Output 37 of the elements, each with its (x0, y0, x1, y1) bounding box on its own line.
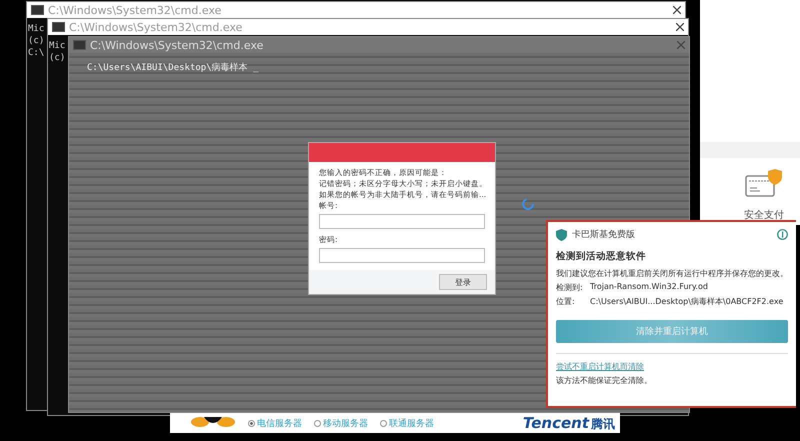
console-line: Mic (28, 24, 44, 34)
console-line: C:\ (28, 48, 44, 58)
console-line: (c) (49, 53, 66, 63)
info-icon[interactable] (777, 229, 788, 240)
warning-note: 该方法不能保证完全清除。 (556, 375, 653, 386)
alert-message: 我们建议您在计算机重启前关闭所有运行中程序并保存您的更改。 (556, 268, 788, 279)
threat-name: Trojan-Ransom.Win32.Fury.od (590, 282, 708, 293)
login-button[interactable]: 登录 (439, 274, 487, 290)
payment-label: 安全支付 (744, 208, 784, 222)
account-input-field[interactable] (319, 214, 485, 229)
password-input-field[interactable] (319, 248, 485, 263)
card-shield-icon (745, 168, 785, 198)
window-title: C:\Windows\System32\cmd.exe (90, 38, 264, 52)
server-radio[interactable]: 电信服务器 (248, 416, 302, 430)
server-radio[interactable]: 移动服务器 (314, 416, 368, 430)
close-icon[interactable] (676, 23, 684, 31)
server-radio[interactable]: 联通服务器 (380, 416, 434, 430)
detected-label: 检测到: (556, 282, 584, 293)
disinfect-restart-button[interactable]: 清除并重启计算机 (556, 320, 788, 343)
alert-heading: 检测到活动恶意软件 (556, 250, 647, 263)
penguin-feet-drawing (190, 417, 236, 429)
console-icon (31, 5, 44, 15)
file-path: C:\Users\AIBUI...Desktop\病毒样本\0ABCF2F2.exe (590, 296, 784, 307)
tencent-logo: Tencent腾讯 (522, 414, 615, 432)
location-label: 位置: (556, 296, 576, 307)
window-title: C:\Windows\System32\cmd.exe (48, 4, 222, 16)
window-title: C:\Windows\System32\cmd.exe (69, 20, 242, 34)
disinfect-without-restart-link[interactable]: 尝试不重启计算机而清除 (556, 362, 644, 371)
console-line: Mic (49, 41, 66, 51)
console-icon (52, 22, 65, 32)
product-name: 卡巴斯基免费版 (572, 228, 635, 241)
close-icon[interactable] (673, 6, 681, 14)
console-line: (c) (28, 36, 44, 46)
console-line: C:\Users\AIBUI\Desktop\病毒样本 _ (87, 62, 258, 74)
shield-icon (556, 228, 567, 240)
loading-spinner-icon (521, 197, 535, 211)
console-icon (73, 40, 86, 50)
